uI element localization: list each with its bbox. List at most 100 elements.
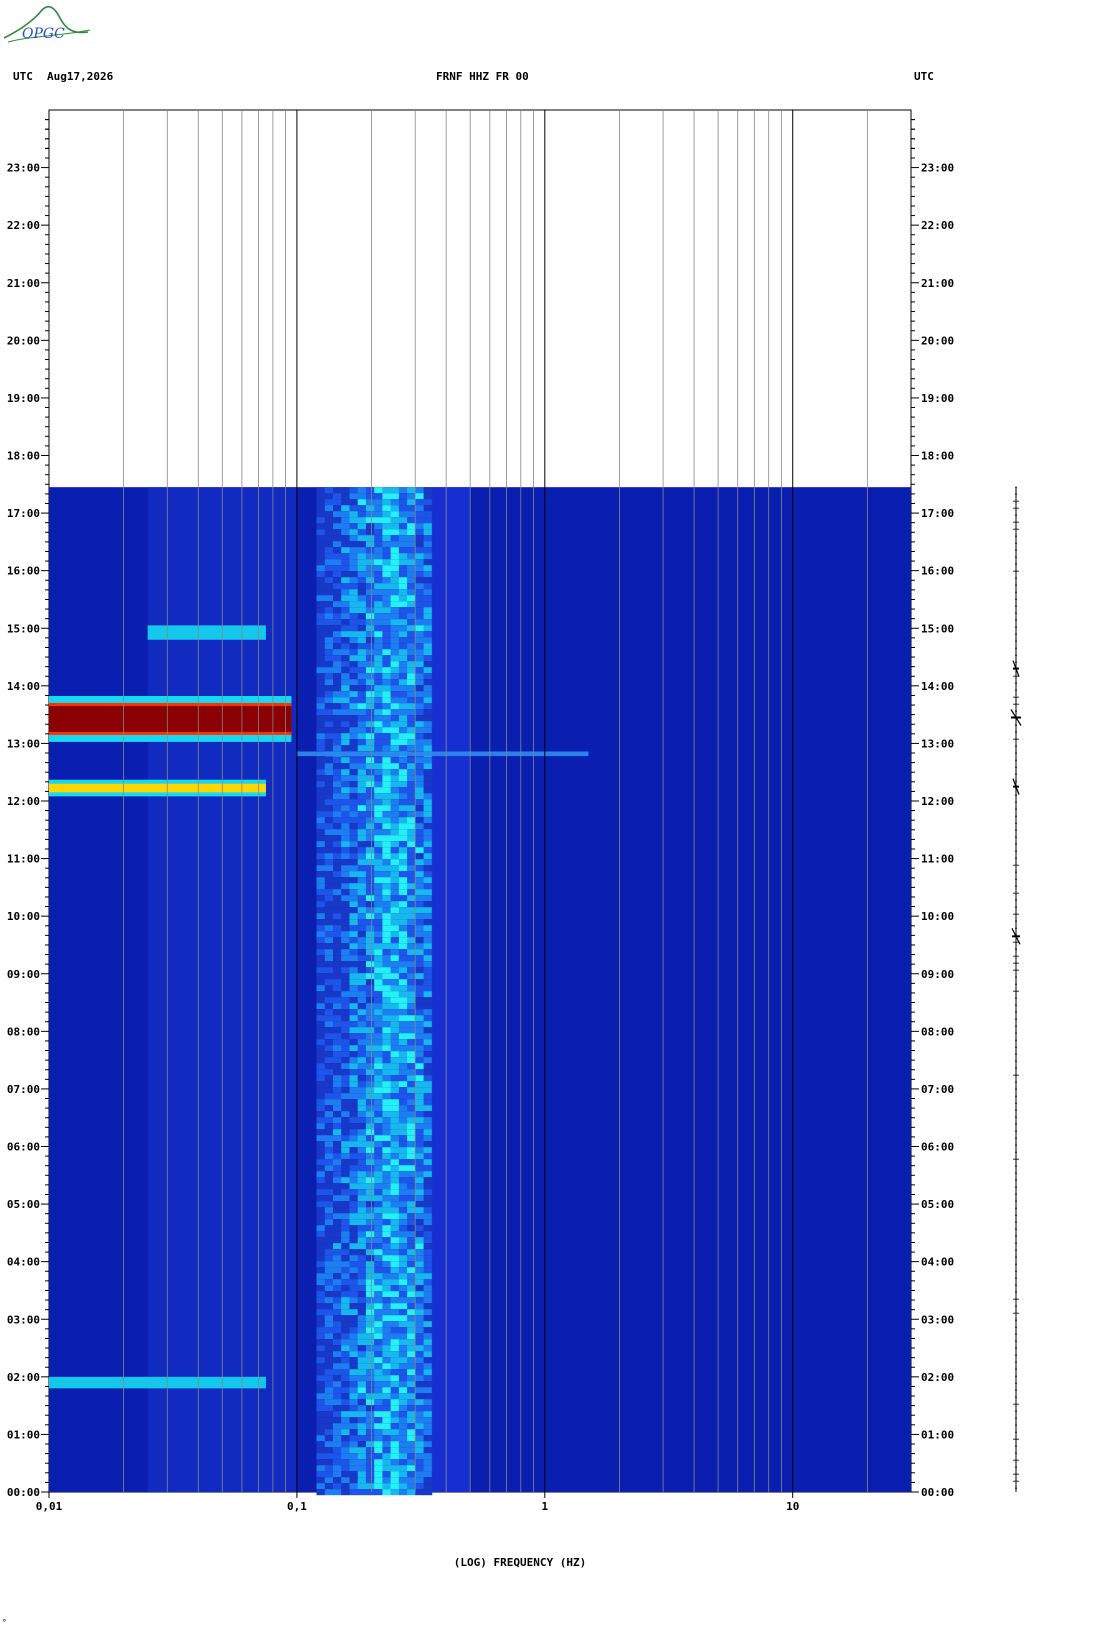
microseism-cell <box>415 1321 424 1328</box>
microseism-cell <box>423 541 433 548</box>
microseism-cell <box>382 685 392 692</box>
microseism-cell <box>415 811 424 818</box>
microseism-cell <box>341 655 350 662</box>
microseism-cell <box>341 1081 350 1088</box>
microseism-cell <box>349 1291 359 1298</box>
microseism-cell <box>390 1021 400 1028</box>
microseism-cell <box>423 931 433 938</box>
microseism-cell <box>324 1423 334 1430</box>
microseism-cell <box>341 535 350 542</box>
microseism-cell <box>349 1429 359 1436</box>
microseism-cell <box>341 1195 350 1202</box>
microseism-cell <box>382 541 392 548</box>
microseism-cell <box>365 1417 375 1424</box>
microseism-cell <box>407 1033 416 1040</box>
microseism-cell <box>423 1435 433 1442</box>
microseism-cell <box>407 781 416 788</box>
microseism-cell <box>341 1303 350 1310</box>
microseism-cell <box>382 877 392 884</box>
microseism-cell <box>324 1249 334 1256</box>
microseism-cell <box>398 619 408 626</box>
microseism-cell <box>415 733 424 740</box>
microseism-cell <box>423 493 433 500</box>
microseism-cell <box>423 1267 433 1274</box>
microseism-cell <box>423 673 433 680</box>
microseism-cell <box>357 1405 367 1412</box>
microseism-cell <box>382 1297 392 1304</box>
microseism-cell <box>374 1237 383 1244</box>
microseism-cell <box>349 895 359 902</box>
microseism-cell <box>407 1429 416 1436</box>
microseism-cell <box>341 1459 350 1466</box>
microseism-cell <box>316 1081 326 1088</box>
microseism-cell <box>333 1225 342 1232</box>
microseism-cell <box>415 1357 424 1364</box>
microseism-cell <box>390 1009 400 1016</box>
microseism-cell <box>390 1303 400 1310</box>
microseism-cell <box>382 655 392 662</box>
microseism-cell <box>390 1381 400 1388</box>
microseism-cell <box>374 847 383 854</box>
microseism-cell <box>349 1147 359 1154</box>
microseism-cell <box>374 793 383 800</box>
microseism-cell <box>407 1015 416 1022</box>
microseism-cell <box>423 901 433 908</box>
microseism-cell <box>349 799 359 806</box>
microseism-cell <box>423 1315 433 1322</box>
microseism-cell <box>316 1333 326 1340</box>
microseism-cell <box>333 1363 342 1370</box>
microseism-cell <box>374 1033 383 1040</box>
microseism-cell <box>365 1375 375 1382</box>
microseism-cell <box>407 1369 416 1376</box>
microseism-cell <box>407 601 416 608</box>
microseism-cell <box>316 1183 326 1190</box>
microseism-cell <box>374 721 383 728</box>
microseism-cell <box>316 1123 326 1130</box>
microseism-cell <box>407 655 416 662</box>
microseism-cell <box>349 1051 359 1058</box>
microseism-cell <box>316 1147 326 1154</box>
microseism-cell <box>341 1429 350 1436</box>
microseism-cell <box>341 715 350 722</box>
microseism-cell <box>349 1423 359 1430</box>
microseism-cell <box>415 637 424 644</box>
microseism-cell <box>390 775 400 782</box>
microseism-cell <box>316 1243 326 1250</box>
microseism-cell <box>341 781 350 788</box>
microseism-cell <box>316 871 326 878</box>
microseism-cell <box>415 823 424 830</box>
microseism-cell <box>341 1315 350 1322</box>
microseism-cell <box>390 1201 400 1208</box>
microseism-cell <box>357 1261 367 1268</box>
microseism-cell <box>423 1327 433 1334</box>
microseism-cell <box>415 1171 424 1178</box>
microseism-cell <box>349 859 359 866</box>
microseism-cell <box>423 769 433 776</box>
microseism-cell <box>382 1057 392 1064</box>
microseism-cell <box>423 1279 433 1286</box>
microseism-cell <box>407 685 416 692</box>
microseism-cell <box>423 1039 433 1046</box>
microseism-cell <box>316 1159 326 1166</box>
microseism-cell <box>357 1213 367 1220</box>
microseism-cell <box>398 895 408 902</box>
microseism-cell <box>423 1105 433 1112</box>
microseism-cell <box>374 1195 383 1202</box>
microseism-cell <box>398 1351 408 1358</box>
waveform-trace <box>1010 486 1022 1492</box>
microseism-cell <box>382 535 392 542</box>
microseism-cell <box>382 1201 392 1208</box>
microseism-cell <box>333 1471 342 1478</box>
microseism-cell <box>333 823 342 830</box>
microseism-cell <box>365 853 375 860</box>
microseism-cell <box>333 955 342 962</box>
microseism-cell <box>415 985 424 992</box>
microseism-cell <box>407 1039 416 1046</box>
microseism-cell <box>407 1141 416 1148</box>
microseism-cell <box>398 817 408 824</box>
microseism-cell <box>333 1273 342 1280</box>
microseism-cell <box>374 979 383 986</box>
microseism-cell <box>382 991 392 998</box>
microseism-cell <box>341 865 350 872</box>
microseism-cell <box>390 955 400 962</box>
